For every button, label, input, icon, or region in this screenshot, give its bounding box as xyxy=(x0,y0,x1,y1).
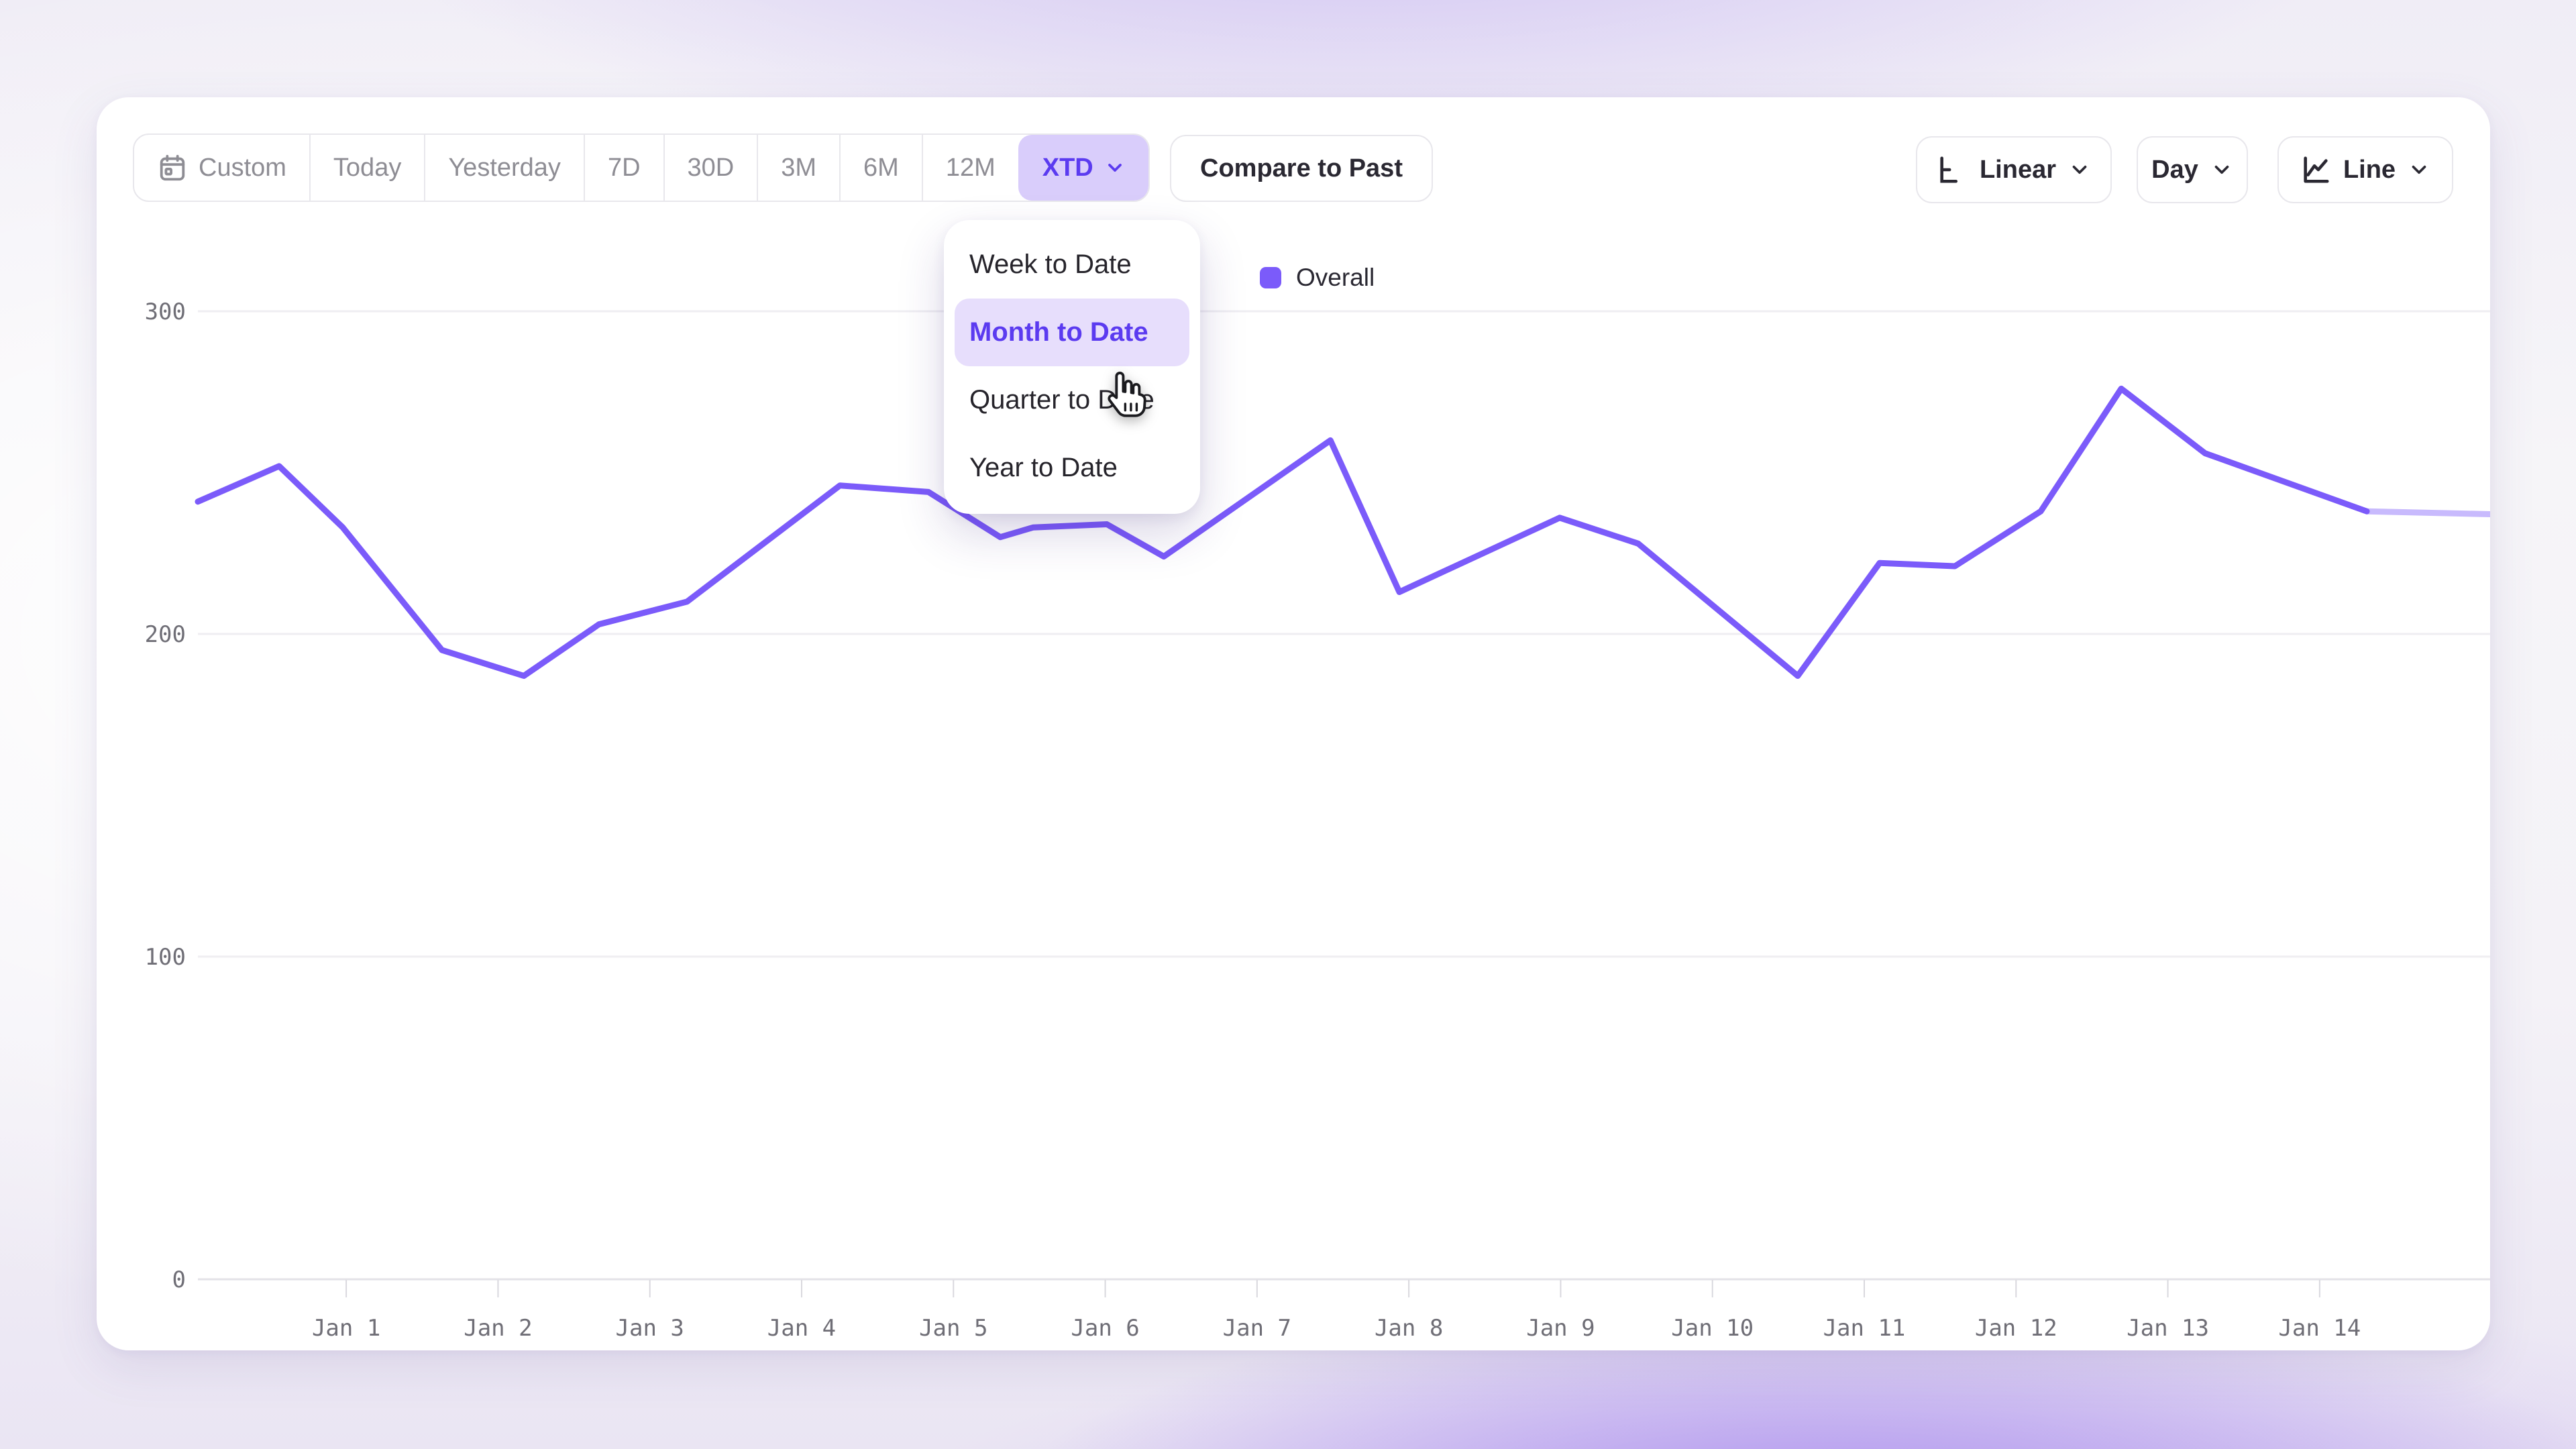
x-axis-label-jan-3: Jan 3 xyxy=(616,1315,684,1342)
x-axis-label-jan-5: Jan 5 xyxy=(919,1315,987,1342)
x-axis-label-jan-14: Jan 14 xyxy=(2278,1315,2361,1342)
x-axis-label-jan-12: Jan 12 xyxy=(1975,1315,2057,1342)
x-axis-label-jan-13: Jan 13 xyxy=(2127,1315,2209,1342)
x-axis-label-jan-6: Jan 6 xyxy=(1071,1315,1139,1342)
time-to-date-menu: Week to DateMonth to DateQuarter to Date… xyxy=(944,220,1200,514)
y-axis-label-0: 0 xyxy=(172,1267,186,1293)
x-axis-label-jan-10: Jan 10 xyxy=(1671,1315,1754,1342)
cursor-pointer-hand xyxy=(1102,368,1154,428)
menu-item-year-to-date[interactable]: Year to Date xyxy=(955,434,1189,502)
x-axis-label-jan-11: Jan 11 xyxy=(1823,1315,1906,1342)
app-background: CustomTodayYesterday7D30D3M6M12MXTD Comp… xyxy=(0,0,2576,1449)
x-axis-label-jan-8: Jan 8 xyxy=(1375,1315,1443,1342)
x-axis-label-jan-9: Jan 9 xyxy=(1526,1315,1595,1342)
x-axis-label-jan-1: Jan 1 xyxy=(312,1315,380,1342)
menu-item-quarter-to-date[interactable]: Quarter to Date xyxy=(955,366,1189,434)
overall-line-chart: 0 100 200 300 Jan 1 Jan 2 Jan 3 Jan 4 Jan 5 Jan 6… xyxy=(97,97,2490,1350)
series-line-overall-projected[interactable] xyxy=(2367,511,2490,515)
y-axis-label-300: 300 xyxy=(145,299,186,325)
x-axis-label-jan-7: Jan 7 xyxy=(1223,1315,1291,1342)
x-axis-label-jan-2: Jan 2 xyxy=(464,1315,532,1342)
y-axis-label-100: 100 xyxy=(145,944,186,971)
analytics-card: CustomTodayYesterday7D30D3M6M12MXTD Comp… xyxy=(97,97,2490,1350)
menu-item-week-to-date[interactable]: Week to Date xyxy=(955,231,1189,299)
series-line-overall[interactable] xyxy=(198,388,2367,676)
x-axis-label-jan-4: Jan 4 xyxy=(767,1315,836,1342)
menu-item-month-to-date[interactable]: Month to Date xyxy=(955,299,1189,366)
y-axis-label-200: 200 xyxy=(145,621,186,648)
